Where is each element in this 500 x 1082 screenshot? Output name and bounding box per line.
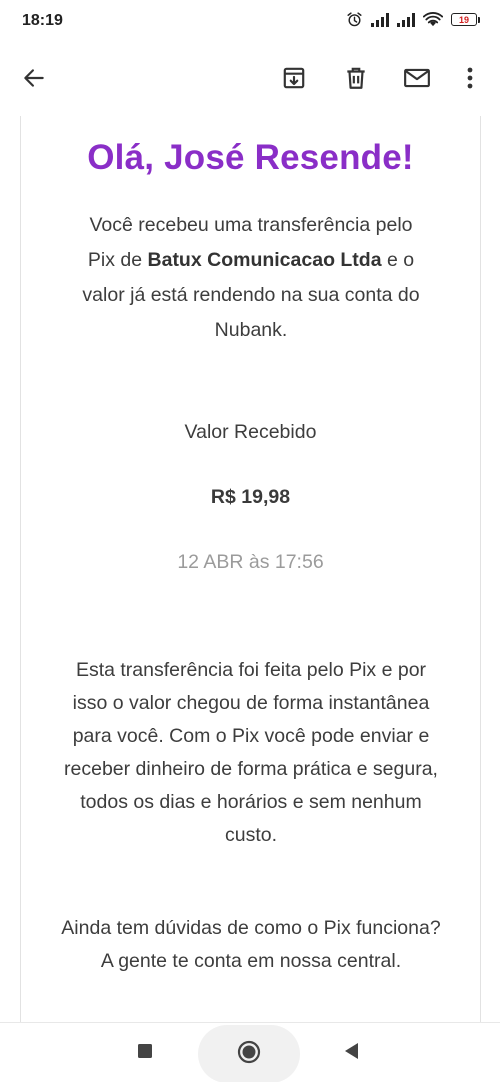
recents-button[interactable] (120, 1023, 170, 1082)
alarm-icon (346, 11, 363, 28)
mail-icon (403, 65, 431, 96)
wifi-icon (423, 12, 443, 27)
back-arrow-icon (21, 65, 47, 96)
delete-button[interactable] (338, 62, 374, 98)
help-paragraph: Ainda tem dúvidas de como o Pix funciona… (61, 912, 441, 978)
archive-button[interactable] (276, 62, 312, 98)
status-time: 18:19 (22, 12, 63, 29)
back-triangle-icon (343, 1042, 359, 1065)
system-nav-bar (0, 1022, 500, 1082)
value-amount: R$ 19,98 (210, 486, 291, 508)
help-link-text[interactable]: A gente te conta em nossa central. (61, 945, 441, 978)
intro-paragraph: Você recebeu uma transferência pelo Pix … (76, 208, 426, 348)
signal-icon (397, 12, 415, 27)
sender-name: Batux Comunicacao Ltda (147, 249, 382, 271)
archive-icon (281, 65, 307, 96)
battery-icon: 19 (451, 13, 480, 26)
home-circle-icon (237, 1040, 261, 1069)
mark-unread-button[interactable] (399, 62, 435, 98)
more-options-button[interactable] (452, 62, 488, 98)
back-button[interactable] (16, 62, 52, 98)
system-back-button[interactable] (326, 1023, 376, 1082)
value-label: Valor Recebido (184, 421, 317, 443)
email-body: Olá, José Resende! Você recebeu uma tran… (20, 116, 481, 1022)
greeting-heading: Olá, José Resende! (87, 138, 414, 177)
recents-square-icon (137, 1043, 153, 1064)
delete-icon (343, 65, 369, 96)
info-paragraph: Esta transferência foi feita pelo Pix e … (64, 659, 438, 846)
transfer-date: 12 ABR às 17:56 (177, 551, 324, 573)
help-question: Ainda tem dúvidas de como o Pix funciona… (61, 917, 441, 939)
email-toolbar (0, 44, 500, 116)
signal-icon (371, 12, 389, 27)
status-icons: 19 (346, 11, 480, 28)
battery-level: 19 (451, 13, 477, 26)
home-button[interactable] (198, 1025, 300, 1082)
status-bar: 18:19 19 (0, 0, 500, 42)
more-vert-icon (466, 66, 474, 95)
